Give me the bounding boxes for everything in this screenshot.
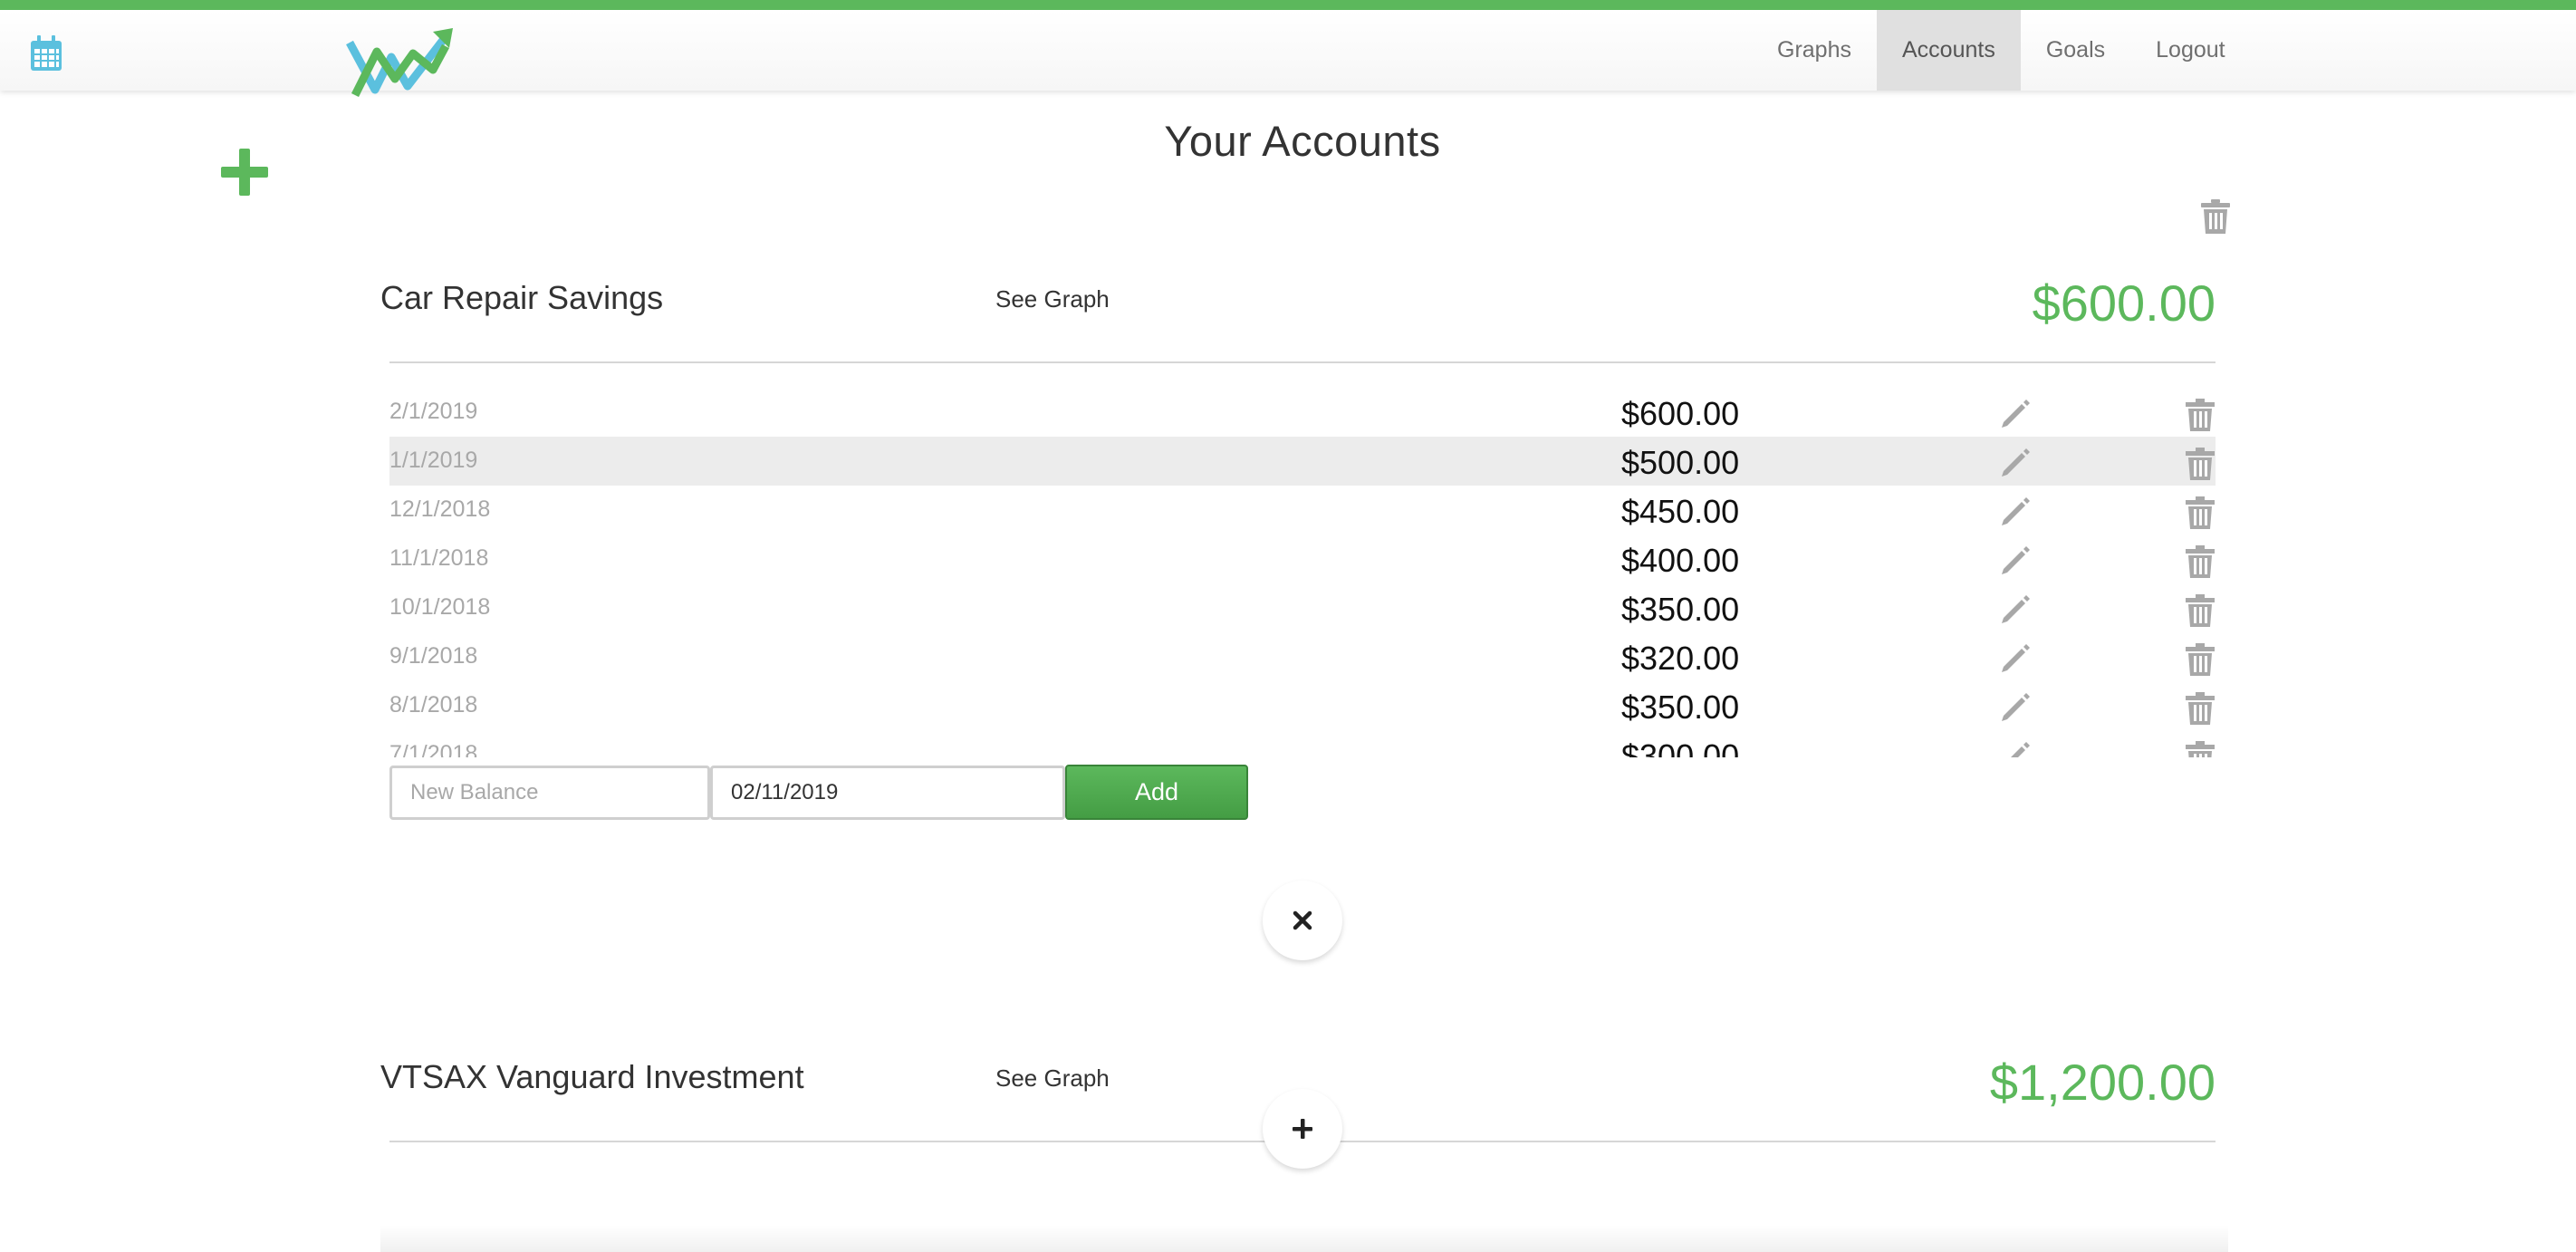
pencil-icon[interactable] <box>2000 544 2033 576</box>
trash-icon[interactable] <box>2186 496 2215 529</box>
top-navbar: Graphs Accounts Goals Logout <box>0 0 2576 98</box>
new-balance-input[interactable] <box>389 766 710 820</box>
see-graph-link[interactable]: See Graph <box>995 1064 1110 1093</box>
trash-icon[interactable] <box>2186 643 2215 676</box>
history-date: 11/1/2018 <box>389 545 489 571</box>
nav-accounts[interactable]: Accounts <box>1876 10 2021 91</box>
expand-button[interactable] <box>1263 1089 1342 1169</box>
history-date: 2/1/2019 <box>389 399 478 424</box>
history-date: 1/1/2019 <box>389 448 478 473</box>
history-row: 1/1/2019 $500.00 <box>389 437 2216 486</box>
history-date: 10/1/2018 <box>389 594 491 620</box>
history-date: 12/1/2018 <box>389 496 491 522</box>
pencil-icon[interactable] <box>2000 592 2033 625</box>
collapse-button[interactable] <box>1263 881 1342 960</box>
pencil-icon[interactable] <box>2000 495 2033 527</box>
trash-icon[interactable] <box>2186 448 2215 480</box>
nav-logout[interactable]: Logout <box>2130 10 2250 91</box>
history-value: $600.00 <box>1621 395 1740 432</box>
add-balance-button[interactable]: Add <box>1065 765 1248 820</box>
account-total: $600.00 <box>2032 274 2216 332</box>
chart-logo[interactable] <box>346 26 455 101</box>
card-shadow <box>380 1225 2228 1252</box>
trash-icon[interactable] <box>2186 399 2215 431</box>
history-value: $320.00 <box>1621 640 1740 677</box>
page-title: Your Accounts <box>1164 117 1441 165</box>
history-row: 2/1/2019 $600.00 <box>389 388 2216 437</box>
history-row: 7/1/2018 $300.00 <box>389 730 2216 757</box>
history-date: 9/1/2018 <box>389 643 478 669</box>
pencil-icon[interactable] <box>2000 641 2033 674</box>
trash-icon[interactable] <box>2186 545 2215 578</box>
history-value: $400.00 <box>1621 542 1740 579</box>
trash-icon[interactable] <box>2186 594 2215 627</box>
account-name: VTSAX Vanguard Investment <box>380 1058 804 1095</box>
trash-icon[interactable] <box>2186 741 2215 757</box>
history-row: 9/1/2018 $320.00 <box>389 632 2216 681</box>
history-value: $300.00 <box>1621 737 1740 757</box>
history-value: $500.00 <box>1621 444 1740 481</box>
pencil-icon[interactable] <box>2000 739 2033 757</box>
trash-icon[interactable] <box>2186 692 2215 725</box>
pencil-icon[interactable] <box>2000 446 2033 478</box>
account-name: Car Repair Savings <box>380 279 664 316</box>
pencil-icon[interactable] <box>2000 690 2033 723</box>
history-value: $450.00 <box>1621 493 1740 530</box>
history-row: 8/1/2018 $350.00 <box>389 681 2216 730</box>
close-icon <box>1293 910 1312 930</box>
history-date: 7/1/2018 <box>389 741 478 757</box>
see-graph-link[interactable]: See Graph <box>995 285 1110 313</box>
history-row: 11/1/2018 $400.00 <box>389 535 2216 583</box>
calendar-icon[interactable] <box>30 35 62 72</box>
history-value: $350.00 <box>1621 591 1740 628</box>
balance-date-input[interactable] <box>710 766 1065 820</box>
pencil-icon[interactable] <box>2000 397 2033 429</box>
history-value: $350.00 <box>1621 689 1740 726</box>
nav-goals[interactable]: Goals <box>2021 10 2130 91</box>
delete-account-trash-icon[interactable] <box>2201 199 2230 234</box>
main-nav: Graphs Accounts Goals Logout <box>1752 10 2251 91</box>
balance-history-list[interactable]: 2/1/2019 $600.00 1/1/2019 $500.00 12/1/2… <box>389 388 2216 757</box>
history-row: 12/1/2018 $450.00 <box>389 486 2216 535</box>
history-date: 8/1/2018 <box>389 692 478 717</box>
account-total: $1,200.00 <box>1989 1054 2216 1111</box>
divider <box>389 361 2216 363</box>
plus-icon <box>1293 1119 1312 1139</box>
history-row: 10/1/2018 $350.00 <box>389 583 2216 632</box>
nav-graphs[interactable]: Graphs <box>1752 10 1877 91</box>
